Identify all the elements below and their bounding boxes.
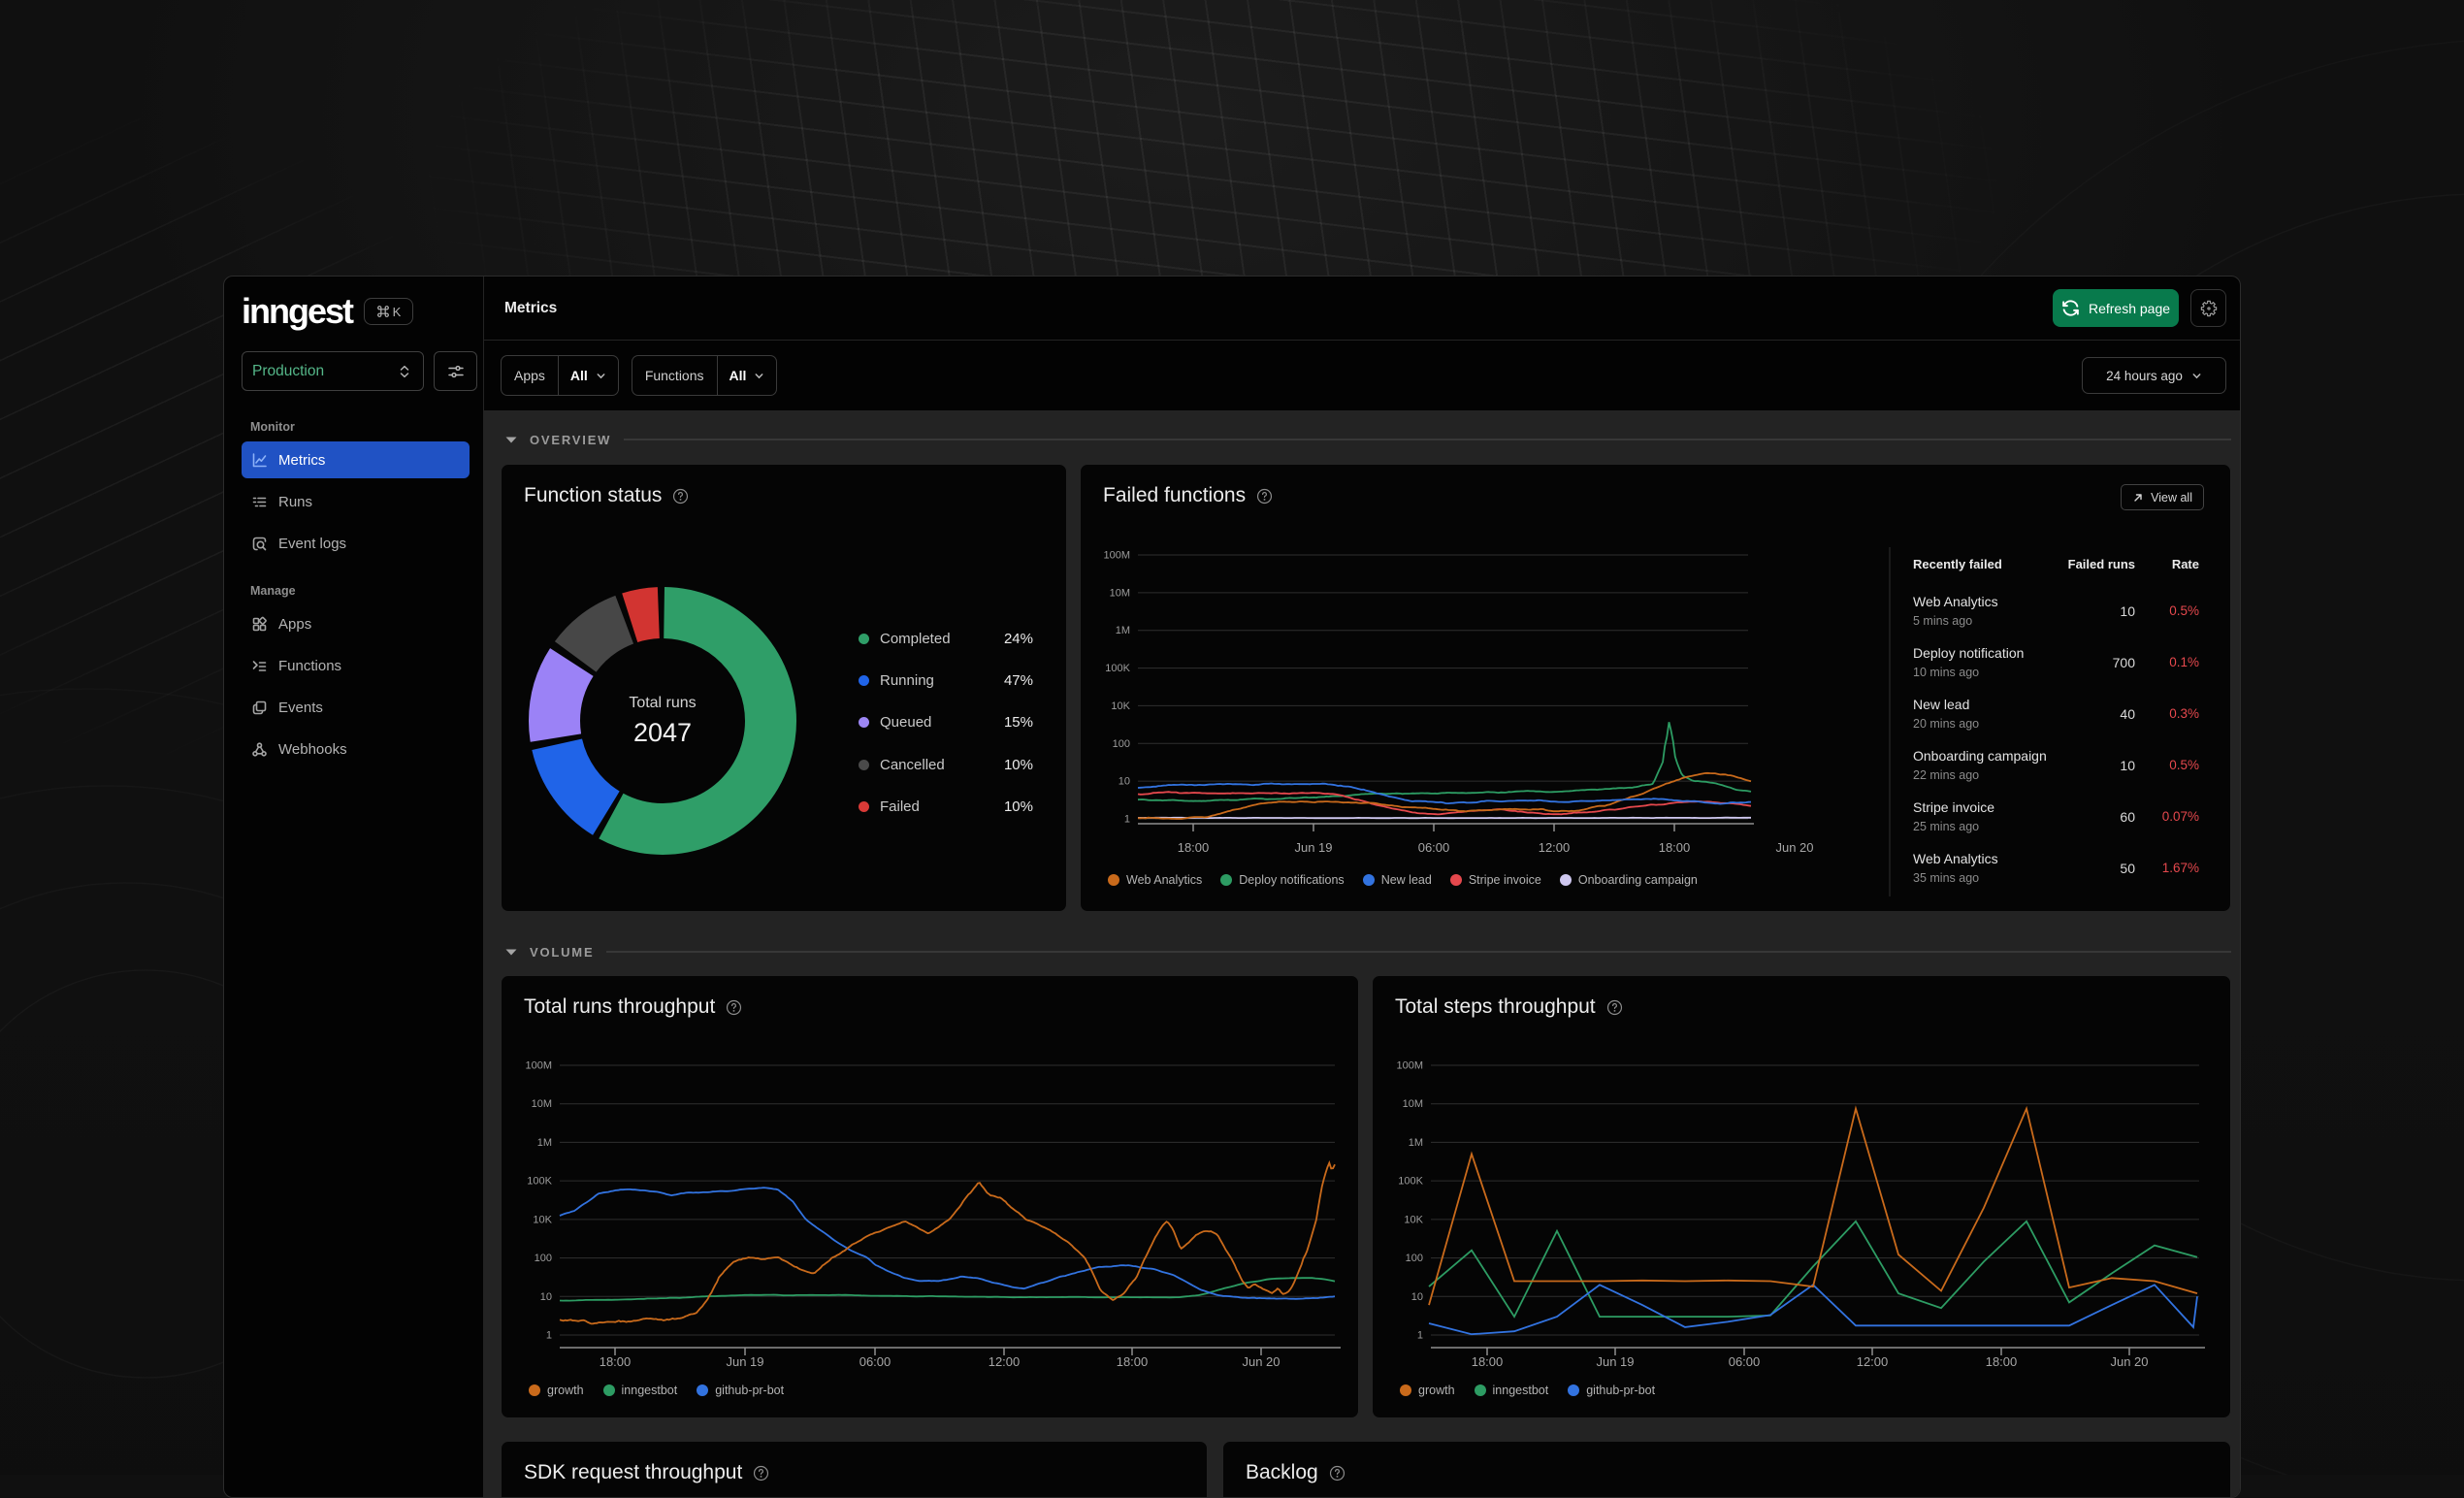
svg-text:10K: 10K: [533, 1214, 552, 1225]
svg-text:18:00: 18:00: [600, 1354, 632, 1369]
svg-text:Jun 19: Jun 19: [1294, 840, 1332, 855]
svg-text:Jun 20: Jun 20: [1242, 1354, 1280, 1369]
svg-text:12:00: 12:00: [1857, 1354, 1889, 1369]
svg-text:1: 1: [1417, 1330, 1423, 1342]
svg-text:Jun 20: Jun 20: [1775, 840, 1813, 855]
svg-text:18:00: 18:00: [1117, 1354, 1149, 1369]
svg-text:100K: 100K: [1398, 1176, 1423, 1188]
svg-text:1M: 1M: [1116, 625, 1130, 636]
svg-text:10: 10: [1411, 1291, 1423, 1303]
svg-text:100: 100: [1406, 1253, 1423, 1264]
svg-text:100M: 100M: [525, 1060, 552, 1072]
svg-text:10M: 10M: [1110, 587, 1130, 599]
svg-text:1: 1: [546, 1330, 552, 1342]
svg-text:06:00: 06:00: [859, 1354, 892, 1369]
svg-text:12:00: 12:00: [989, 1354, 1021, 1369]
svg-text:Jun 19: Jun 19: [726, 1354, 763, 1369]
svg-text:18:00: 18:00: [1986, 1354, 2018, 1369]
svg-text:10M: 10M: [1403, 1098, 1423, 1110]
svg-text:06:00: 06:00: [1418, 840, 1450, 855]
svg-text:1M: 1M: [1409, 1137, 1423, 1149]
svg-text:06:00: 06:00: [1729, 1354, 1761, 1369]
svg-text:100: 100: [535, 1253, 552, 1264]
svg-text:100M: 100M: [1396, 1060, 1423, 1072]
svg-text:1: 1: [1124, 814, 1130, 826]
svg-text:100: 100: [1113, 738, 1130, 750]
svg-text:18:00: 18:00: [1659, 840, 1691, 855]
svg-text:100M: 100M: [1103, 550, 1130, 562]
svg-text:Jun 19: Jun 19: [1596, 1354, 1634, 1369]
svg-text:10: 10: [1119, 776, 1130, 788]
svg-text:1M: 1M: [537, 1137, 552, 1149]
svg-text:12:00: 12:00: [1539, 840, 1571, 855]
svg-text:18:00: 18:00: [1472, 1354, 1504, 1369]
svg-text:18:00: 18:00: [1178, 840, 1210, 855]
svg-text:100K: 100K: [527, 1176, 552, 1188]
svg-text:100K: 100K: [1105, 663, 1130, 674]
svg-text:10: 10: [540, 1291, 552, 1303]
svg-text:Jun 20: Jun 20: [2110, 1354, 2148, 1369]
svg-text:10M: 10M: [532, 1098, 552, 1110]
svg-text:10K: 10K: [1404, 1214, 1423, 1225]
svg-text:10K: 10K: [1111, 700, 1130, 712]
